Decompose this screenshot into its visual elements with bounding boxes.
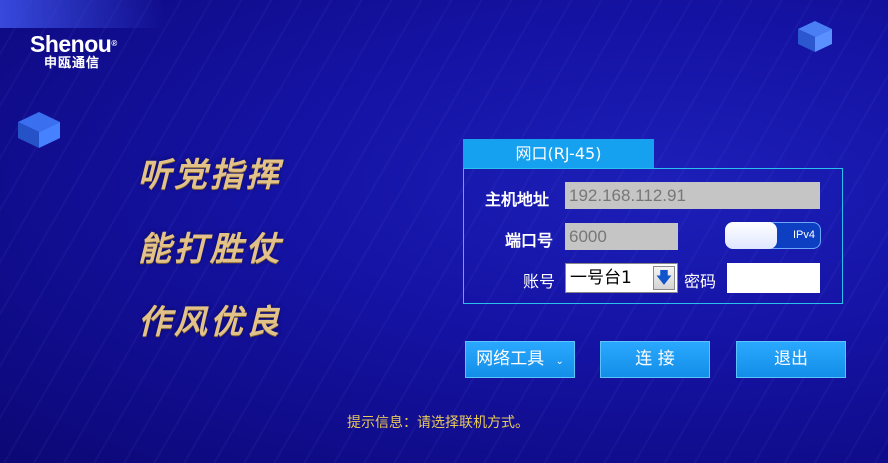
password-input[interactable] — [727, 263, 820, 293]
password-label: 密码 — [684, 272, 717, 291]
slogan-line-3: 作风优良 — [138, 302, 282, 341]
top-accent-bar — [0, 0, 165, 28]
brand-logo: Shenou® 申瓯通信 — [30, 32, 117, 72]
arrow-down-icon[interactable]: 🡇 — [653, 266, 675, 290]
host-address-input[interactable]: 192.168.112.91 — [565, 182, 820, 209]
exit-button[interactable]: 退出 — [736, 341, 846, 378]
registered-mark: ® — [111, 39, 117, 48]
brand-name: Shenou — [30, 31, 112, 57]
network-tools-label: 网络工具 — [476, 349, 545, 369]
host-address-label: 主机地址 — [485, 190, 550, 209]
cube-icon-top-right — [798, 21, 832, 52]
account-select[interactable]: 一号台1 🡇 — [565, 263, 678, 293]
port-input[interactable]: 6000 — [565, 223, 678, 250]
ip-version-label: IPv4 — [792, 229, 815, 241]
network-tools-button[interactable]: 网络工具 ⌄ — [465, 341, 575, 378]
account-selected-value: 一号台1 — [570, 268, 632, 288]
account-label: 账号 — [523, 272, 556, 291]
status-hint: 提示信息：请选择联机方式。 — [347, 415, 529, 431]
ip-version-toggle[interactable]: IPv4 — [725, 222, 821, 249]
tab-network-port[interactable]: 网口(RJ-45) — [463, 139, 654, 169]
brand-chinese-name: 申瓯通信 — [44, 56, 101, 71]
chevron-down-icon: ⌄ — [555, 356, 564, 367]
connect-button[interactable]: 连 接 — [600, 341, 710, 378]
port-label: 端口号 — [505, 231, 554, 250]
cube-icon — [18, 112, 60, 148]
slogan-line-2: 能打胜仗 — [138, 229, 282, 268]
toggle-knob — [725, 222, 777, 249]
slogan-line-1: 听党指挥 — [138, 155, 282, 194]
